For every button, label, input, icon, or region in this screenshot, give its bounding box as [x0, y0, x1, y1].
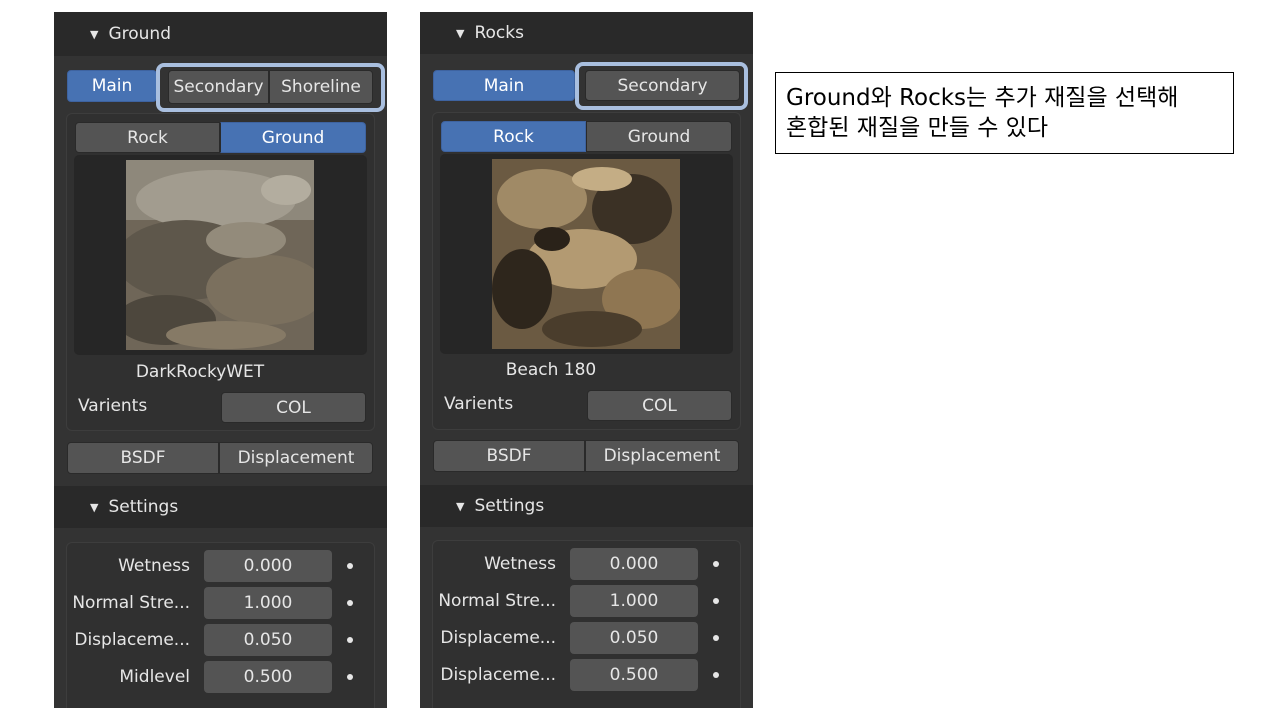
keyframe-dot-icon[interactable] — [713, 635, 719, 641]
rocks-panel: ▼ Rocks Main Secondary Rock Ground Beach… — [420, 12, 753, 708]
prop-label-normal-strength: Normal Stre... — [72, 593, 190, 613]
keyframe-dot-icon[interactable] — [347, 637, 353, 643]
triangle-down-icon[interactable]: ▼ — [90, 28, 98, 41]
variants-dropdown[interactable]: COL — [587, 390, 732, 421]
variants-label: Varients — [444, 394, 514, 414]
ground-panel-header[interactable]: ▼ Ground — [54, 12, 387, 56]
displacement-field[interactable]: 0.050 — [204, 624, 332, 656]
prop-label-wetness: Wetness — [118, 556, 190, 576]
keyframe-dot-icon[interactable] — [713, 598, 719, 604]
normal-strength-field[interactable]: 1.000 — [204, 587, 332, 619]
note-line-2: 혼합된 재질을 만들 수 있다 — [786, 115, 1049, 141]
tab-bsdf[interactable]: BSDF — [433, 440, 585, 472]
triangle-down-icon[interactable]: ▼ — [456, 27, 464, 40]
material-name: Beach 180 — [505, 360, 597, 380]
prop-label-displacement: Displaceme... — [440, 628, 556, 648]
prop-label-displacement-midlevel: Displaceme... — [440, 665, 556, 685]
triangle-down-icon[interactable]: ▼ — [90, 501, 98, 514]
tab-displacement[interactable]: Displacement — [585, 440, 739, 472]
note-line-1: Ground와 Rocks는 추가 재질을 선택해 — [786, 85, 1179, 111]
keyframe-dot-icon[interactable] — [713, 672, 719, 678]
prop-label-displacement: Displaceme... — [74, 630, 190, 650]
panel-title: Rocks — [474, 23, 524, 43]
midlevel-field[interactable]: 0.500 — [204, 661, 332, 693]
keyframe-dot-icon[interactable] — [713, 561, 719, 567]
material-name: DarkRockyWET — [135, 362, 265, 382]
settings-title: Settings — [474, 496, 545, 516]
ground-panel: ▼ Ground Main Secondary Shoreline Ground… — [54, 12, 387, 708]
keyframe-dot-icon[interactable] — [347, 563, 353, 569]
settings-title: Settings — [108, 497, 179, 517]
panel-title: Ground — [108, 24, 171, 44]
rocks-panel-header[interactable]: ▼ Rocks — [420, 12, 753, 54]
material-tab-ground[interactable]: Ground — [220, 122, 366, 153]
wetness-field[interactable]: 0.000 — [570, 548, 698, 580]
displacement-field[interactable]: 0.050 — [570, 622, 698, 654]
prop-label-midlevel: Midlevel — [119, 667, 190, 687]
secondary-tab-highlight — [575, 62, 748, 110]
keyframe-dot-icon[interactable] — [347, 674, 353, 680]
triangle-down-icon[interactable]: ▼ — [456, 500, 464, 513]
variants-dropdown[interactable]: COL — [221, 392, 366, 423]
keyframe-dot-icon[interactable] — [347, 600, 353, 606]
tab-displacement[interactable]: Displacement — [219, 442, 373, 474]
prop-label-normal-strength: Normal Stre... — [438, 591, 556, 611]
prop-label-wetness: Wetness — [484, 554, 556, 574]
wetness-field[interactable]: 0.000 — [204, 550, 332, 582]
material-thumbnail — [126, 160, 314, 350]
tab-main[interactable]: Main — [433, 70, 575, 101]
annotation-note: Ground와 Rocks는 추가 재질을 선택해 혼합된 재질을 만들 수 있… — [775, 72, 1234, 154]
variants-label: Varients — [78, 396, 148, 416]
material-tab-ground[interactable]: Ground — [586, 121, 732, 152]
material-tab-rock[interactable]: Rock — [75, 122, 220, 153]
settings-header[interactable]: ▼ Settings — [54, 486, 387, 528]
material-tab-rock[interactable]: Rock — [441, 121, 586, 152]
tab-main[interactable]: Main — [67, 70, 157, 102]
normal-strength-field[interactable]: 1.000 — [570, 585, 698, 617]
tab-bsdf[interactable]: BSDF — [67, 442, 219, 474]
secondary-tabs-highlight — [156, 63, 385, 112]
material-thumbnail — [492, 159, 680, 349]
settings-header[interactable]: ▼ Settings — [420, 485, 753, 527]
displacement-midlevel-field[interactable]: 0.500 — [570, 659, 698, 691]
